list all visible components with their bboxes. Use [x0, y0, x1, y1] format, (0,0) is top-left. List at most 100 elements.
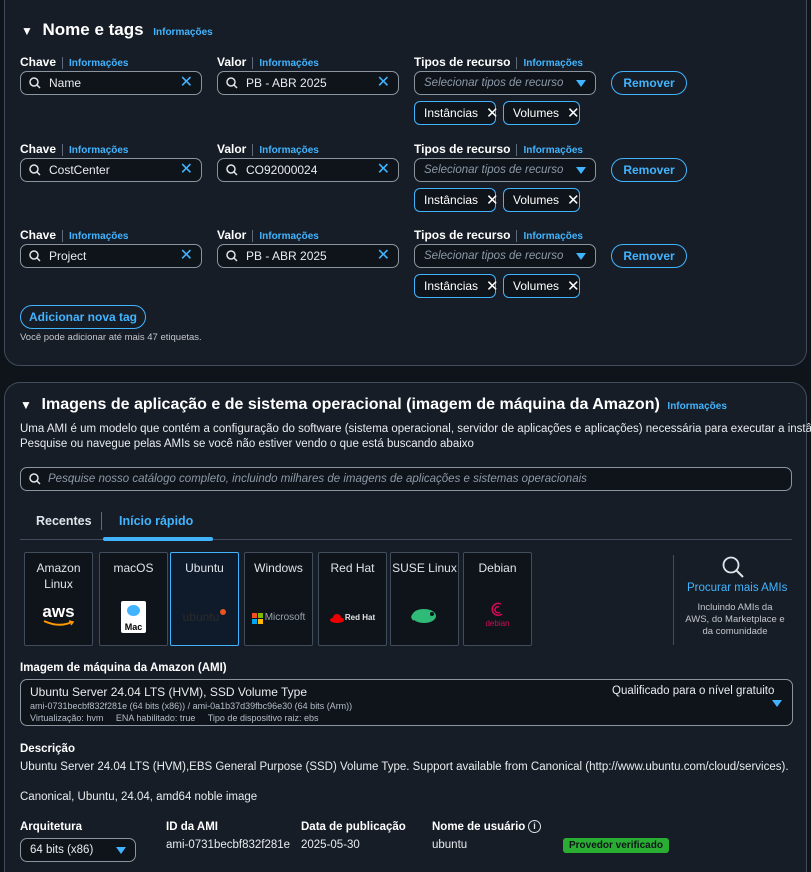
remove-token-icon[interactable]: ✕: [486, 106, 499, 121]
ami-search-input[interactable]: Pesquise nosso catálogo completo, inclui…: [20, 467, 792, 491]
debian-swirl-icon: debian: [464, 601, 531, 629]
browse-divider: [673, 555, 674, 645]
resource-label: Tipos de recurso: [414, 228, 511, 242]
ami-id-value: ami-0731becbf832f281e: [166, 839, 291, 851]
os-tile-amazon-linux[interactable]: Amazon Linux aws: [24, 552, 93, 646]
search-icon[interactable]: [722, 556, 746, 580]
remove-token-icon[interactable]: ✕: [486, 193, 499, 208]
collapse-caret-icon[interactable]: ▼: [20, 398, 32, 412]
architecture-label: Arquitetura: [20, 821, 82, 833]
remove-button-row2[interactable]: Remover: [611, 158, 687, 182]
ami-description-line2: Pesquise ou navegue pelas AMIs se você n…: [20, 438, 474, 450]
tag-value: PB - ABR 2025: [246, 76, 327, 90]
token-instances-row3: Instâncias ✕: [414, 274, 499, 298]
ubuntu-logo-icon: ubuntu: [171, 609, 238, 625]
remove-button-row1[interactable]: Remover: [611, 71, 687, 95]
resource-placeholder: Selecionar tipos de recurso: [424, 77, 564, 89]
ami-select[interactable]: Ubuntu Server 24.04 LTS (HVM), SSD Volum…: [20, 679, 793, 726]
mac-logo-icon: Mac: [100, 601, 167, 633]
browse-sub-1: Incluindo AMIs da: [697, 602, 773, 613]
tile-label: Red Hat: [330, 561, 375, 575]
search-placeholder: Pesquise nosso catálogo completo, inclui…: [48, 473, 587, 485]
token-volumes-row2: Volumes ✕: [503, 188, 580, 212]
ami-info-link[interactable]: Informações: [667, 401, 726, 412]
remove-token-icon[interactable]: ✕: [567, 106, 580, 121]
remove-button-row3[interactable]: Remover: [611, 244, 687, 268]
active-tab-indicator: [103, 537, 213, 541]
add-tag-button[interactable]: Adicionar nova tag: [20, 305, 146, 329]
value-info-link[interactable]: Informações: [259, 231, 318, 242]
key-info-link[interactable]: Informações: [69, 231, 128, 242]
tile-label: Ubuntu: [185, 561, 224, 575]
ami-description-line1: Uma AMI é um modelo que contém a configu…: [20, 423, 811, 435]
search-icon: [226, 77, 238, 89]
free-tier-label: Qualificado para o nível gratuito: [612, 685, 775, 697]
key-info-link[interactable]: Informações: [69, 58, 128, 69]
value-input-row2[interactable]: CO92000024 ✕: [217, 158, 399, 182]
dropdown-caret-icon: [576, 79, 586, 87]
dropdown-caret-icon: [576, 166, 586, 174]
token-label: Instâncias: [424, 106, 479, 120]
resource-select-row3[interactable]: Selecionar tipos de recurso: [414, 244, 596, 268]
username-label: Nome de usuário: [432, 821, 526, 833]
tab-recentes[interactable]: Recentes: [36, 514, 92, 528]
collapse-caret-icon[interactable]: ▼: [21, 24, 33, 38]
os-tile-suse-linux[interactable]: SUSE Linux: [390, 552, 459, 646]
architecture-select[interactable]: 64 bits (x86): [20, 838, 136, 862]
tab-inicio-rapido[interactable]: Início rápido: [119, 514, 193, 528]
key-input-row1[interactable]: Name ✕: [20, 71, 202, 95]
publish-date-label: Data de publicação: [301, 821, 406, 833]
resource-info-link[interactable]: Informações: [523, 231, 582, 242]
os-tile-red-hat[interactable]: Red Hat Red Hat: [318, 552, 387, 646]
resource-label-row2: Tipos de recurso Informações: [414, 141, 583, 156]
tag-limit-text: Você pode adicionar até mais 47 etiqueta…: [20, 332, 202, 343]
remove-token-icon[interactable]: ✕: [486, 279, 499, 294]
tile-label: Debian: [478, 561, 517, 575]
resource-info-link[interactable]: Informações: [523, 145, 582, 156]
resource-select-row2[interactable]: Selecionar tipos de recurso: [414, 158, 596, 182]
resource-label: Tipos de recurso: [414, 142, 511, 156]
os-tile-ubuntu[interactable]: Ubuntu ubuntu: [170, 552, 239, 646]
value-input-row3[interactable]: PB - ABR 2025 ✕: [217, 244, 399, 268]
tags-header[interactable]: ▼ Nome e tags Informações: [21, 20, 213, 40]
browse-sub-3: da comunidade: [702, 626, 768, 637]
ami-header[interactable]: ▼ Imagens de aplicação e de sistema oper…: [20, 396, 727, 414]
clear-icon[interactable]: ✕: [180, 162, 193, 178]
search-icon: [226, 164, 238, 176]
clear-icon[interactable]: ✕: [180, 248, 193, 264]
value-input-row1[interactable]: PB - ABR 2025 ✕: [217, 71, 399, 95]
key-input-row3[interactable]: Project ✕: [20, 244, 202, 268]
info-icon[interactable]: i: [528, 820, 541, 833]
resource-info-link[interactable]: Informações: [523, 58, 582, 69]
value-label-row2: Valor Informações: [217, 141, 319, 156]
ami-name: Ubuntu Server 24.04 LTS (HVM), SSD Volum…: [30, 685, 308, 699]
tab-separator: [101, 512, 102, 530]
clear-icon[interactable]: ✕: [180, 75, 193, 91]
token-instances-row2: Instâncias ✕: [414, 188, 499, 212]
publish-date-value: 2025-05-30: [301, 839, 360, 851]
resource-select-row1[interactable]: Selecionar tipos de recurso: [414, 71, 596, 95]
key-info-link[interactable]: Informações: [69, 145, 128, 156]
os-tile-windows[interactable]: Windows Microsoft: [244, 552, 313, 646]
value-info-link[interactable]: Informações: [259, 145, 318, 156]
remove-token-icon[interactable]: ✕: [567, 193, 580, 208]
resource-placeholder: Selecionar tipos de recurso: [424, 164, 564, 176]
value-info-link[interactable]: Informações: [259, 58, 318, 69]
tile-label: Amazon Linux: [36, 561, 81, 591]
tags-info-link[interactable]: Informações: [153, 27, 212, 38]
key-input-row2[interactable]: CostCenter ✕: [20, 158, 202, 182]
clear-icon[interactable]: ✕: [377, 248, 390, 264]
tag-value: PB - ABR 2025: [246, 249, 327, 263]
browse-more-amis-link[interactable]: Procurar mais AMIs: [687, 582, 787, 594]
clear-icon[interactable]: ✕: [377, 75, 390, 91]
clear-icon[interactable]: ✕: [377, 162, 390, 178]
tags-title: Nome e tags: [42, 20, 144, 39]
token-label: Instâncias: [424, 193, 479, 207]
remove-token-icon[interactable]: ✕: [567, 279, 580, 294]
os-tile-debian[interactable]: Debian debian: [463, 552, 532, 646]
ami-ids: ami-0731becbf832f281e (64 bits (x86)) / …: [30, 701, 353, 711]
token-label: Volumes: [513, 193, 560, 207]
resource-label: Tipos de recurso: [414, 55, 511, 69]
search-icon: [29, 77, 41, 89]
os-tile-macos[interactable]: macOS Mac: [99, 552, 168, 646]
